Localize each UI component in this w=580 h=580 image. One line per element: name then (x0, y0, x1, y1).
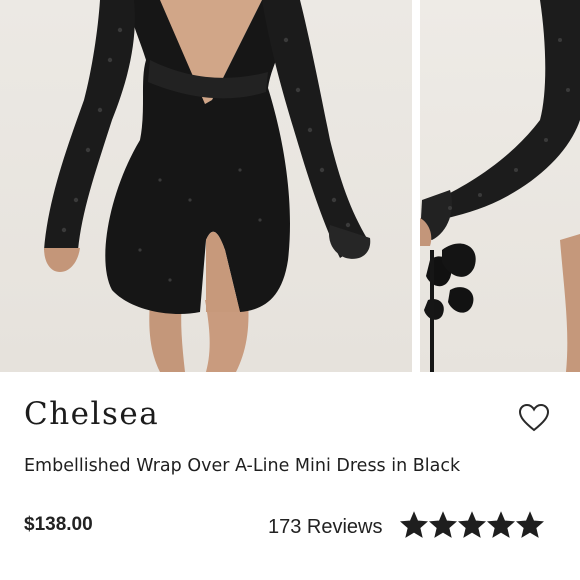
product-price: $138.00 (24, 514, 93, 535)
product-brand: Chelsea (24, 396, 160, 432)
model-photo-front (44, 0, 371, 372)
model-photo-side (420, 0, 580, 372)
product-image-main[interactable] (0, 0, 412, 372)
star-filled-icon (458, 511, 486, 538)
star-rating[interactable] (400, 511, 546, 543)
star-filled-icon (429, 511, 457, 538)
product-image-secondary[interactable] (420, 0, 580, 372)
product-title: Embellished Wrap Over A-Line Mini Dress … (24, 456, 461, 476)
star-filled-icon (400, 511, 428, 538)
product-image-gallery[interactable] (0, 0, 580, 372)
gallery-divider (412, 0, 420, 372)
heart-outline-icon (518, 403, 550, 432)
reviews-link[interactable]: 173 Reviews (268, 516, 383, 539)
star-filled-icon (516, 511, 544, 538)
star-filled-icon (487, 511, 515, 538)
wishlist-button[interactable] (518, 403, 550, 433)
